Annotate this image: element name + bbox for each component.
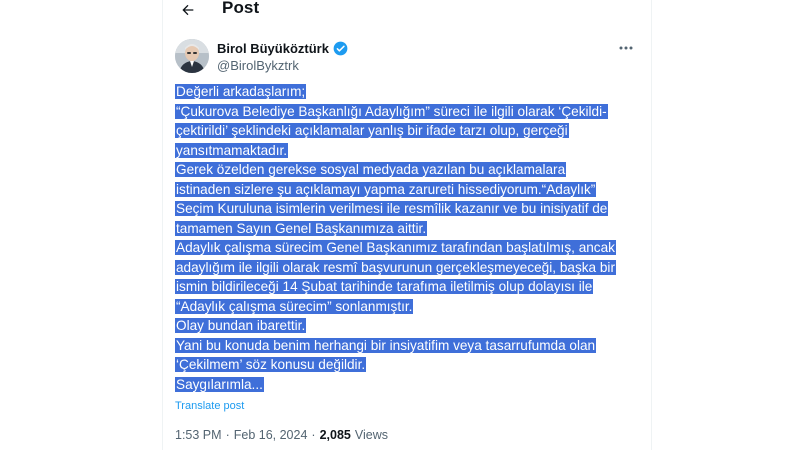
post-text-line: tamamen Sayın Genel Başkanımıza aittir. bbox=[175, 220, 428, 236]
translate-post-link[interactable]: Translate post bbox=[175, 400, 244, 412]
author-handle[interactable]: @BirolBykztrk bbox=[217, 58, 299, 73]
page-title: Post bbox=[222, 0, 260, 17]
post-text-line: ‘Çekilmem’ söz konusu değildir. bbox=[175, 357, 367, 372]
back-button[interactable] bbox=[175, 0, 201, 23]
meta-separator: · bbox=[311, 428, 316, 442]
post-text-line: istinaden sizlere şu açıklamayı yapma za… bbox=[175, 181, 597, 197]
post-author: Birol Büyüköztürk @BirolBykztrk bbox=[175, 36, 641, 78]
avatar[interactable] bbox=[175, 39, 209, 73]
post-text-line: çektirildi’ şeklindeki açıklamalar yanlı… bbox=[175, 123, 569, 138]
post-meta: 1:53 PM · Feb 16, 2024 · 2,085 Views bbox=[175, 428, 388, 442]
post-text-line: Adaylık çalışma sürecim Genel Başkanımız… bbox=[175, 240, 616, 255]
back-arrow-icon bbox=[182, 4, 194, 16]
views-count: 2,085 bbox=[319, 428, 351, 442]
post-text-line: yansıtmamaktadır. bbox=[175, 142, 289, 158]
post-text: Değerli arkadaşlarım; “Çukurova Belediye… bbox=[175, 82, 633, 394]
post-text-line: Değerli arkadaşlarım; bbox=[175, 84, 307, 99]
meta-separator: · bbox=[225, 428, 230, 442]
author-name-row: Birol Büyüköztürk bbox=[217, 41, 348, 56]
post-text-line: Gerek özelden gerekse sosyal medyada yaz… bbox=[175, 162, 567, 177]
post-text-line: ismin bildirileceği 14 Şubat tarihinde t… bbox=[175, 279, 594, 294]
verified-badge-icon bbox=[333, 41, 348, 56]
post-text-line: Saygılarımla... bbox=[175, 376, 264, 392]
post-text-line: Olay bundan ibarettir. bbox=[175, 318, 307, 333]
post-time[interactable]: 1:53 PM bbox=[175, 428, 222, 442]
post-text-line: Yani bu konuda benim herhangi bir insiya… bbox=[175, 337, 597, 353]
post-column: Post Birol Büyüköztürk @BirolBykztrk Değ… bbox=[162, 0, 652, 450]
post-text-line: “Adaylık çalışma sürecim” sonlanmıştır. bbox=[175, 298, 414, 314]
more-options-button[interactable] bbox=[617, 40, 635, 56]
post-header: Post bbox=[163, 0, 651, 24]
post-text-line: Seçim Kuruluna isimlerin verilmesi ile r… bbox=[175, 201, 609, 216]
post-text-line: “Çukurova Belediye Başkanlığı Adaylığım”… bbox=[175, 103, 608, 119]
post-text-line: adaylığım ile ilgili olarak resmî başvur… bbox=[175, 259, 616, 275]
post-date[interactable]: Feb 16, 2024 bbox=[234, 428, 308, 442]
author-name[interactable]: Birol Büyüköztürk bbox=[217, 41, 329, 56]
views-label: Views bbox=[354, 428, 388, 442]
more-dots-icon bbox=[619, 46, 633, 50]
